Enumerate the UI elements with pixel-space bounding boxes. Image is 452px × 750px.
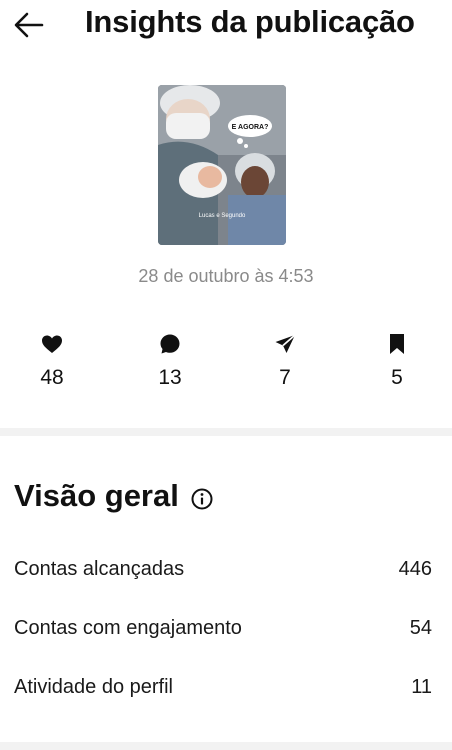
- metric-value: 11: [411, 676, 432, 698]
- thumbnail-bubble-text: E AGORA?: [232, 124, 269, 131]
- back-button[interactable]: [12, 8, 46, 42]
- metric-row-profile-activity[interactable]: Atividade do perfil 11: [0, 668, 452, 708]
- saves-stat: 5: [367, 332, 427, 390]
- likes-count: 48: [40, 366, 64, 389]
- overview-title: Visão geral: [14, 478, 179, 513]
- top-bar: Insights da publicação: [0, 0, 452, 52]
- page-title: Insights da publicação: [85, 4, 415, 39]
- metric-row-reached-accounts[interactable]: Contas alcançadas 446: [0, 550, 452, 590]
- metric-label: Atividade do perfil: [14, 676, 173, 698]
- info-icon: [191, 488, 213, 510]
- arrow-left-icon: [14, 12, 44, 38]
- post-date: 28 de outubro às 4:53: [138, 266, 314, 286]
- bottom-divider: [0, 742, 452, 750]
- saves-count: 5: [391, 366, 403, 389]
- bookmark-icon: [390, 334, 404, 354]
- metric-row-engaged-accounts[interactable]: Contas com engajamento 54: [0, 609, 452, 649]
- shares-count: 7: [279, 366, 291, 389]
- comments-stat: 13: [140, 332, 200, 390]
- metric-label: Contas alcançadas: [14, 558, 185, 580]
- metric-value: 54: [409, 617, 432, 639]
- likes-stat: 48: [22, 332, 82, 390]
- metric-label: Contas com engajamento: [14, 617, 242, 639]
- comment-icon: [160, 334, 180, 354]
- heart-icon: [42, 335, 62, 353]
- section-divider: [0, 428, 452, 436]
- metric-value: 446: [398, 558, 432, 580]
- thumbnail-caption: Lucas e Segundo: [199, 213, 246, 219]
- share-icon: [275, 334, 296, 353]
- post-image: E AGORA? Lucas e Segundo: [158, 85, 286, 245]
- overview-info-button[interactable]: [190, 487, 214, 511]
- comments-count: 13: [158, 366, 182, 389]
- post-thumbnail[interactable]: E AGORA? Lucas e Segundo: [158, 85, 286, 245]
- shares-stat: 7: [255, 332, 315, 390]
